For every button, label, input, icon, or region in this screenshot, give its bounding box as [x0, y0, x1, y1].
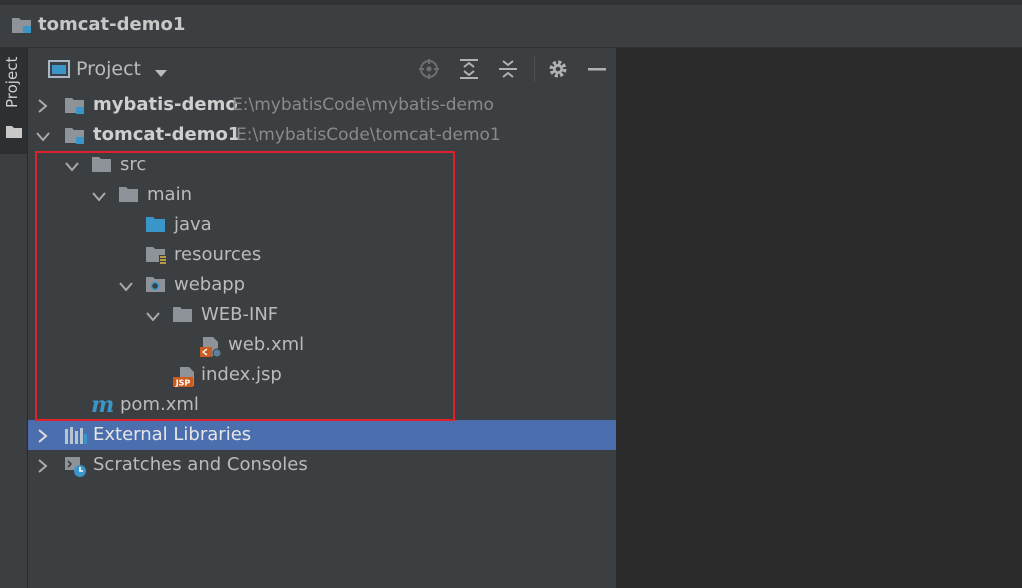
tree-item-external-libraries[interactable]: External Libraries: [28, 420, 616, 450]
tree-item-label: index.jsp: [201, 364, 282, 385]
tree-item-label: External Libraries: [93, 424, 252, 445]
minimize-icon[interactable]: [586, 58, 608, 84]
chevron-right-icon[interactable]: [37, 98, 49, 117]
resources-folder-icon: [145, 246, 169, 270]
left-tool-strip: Project: [0, 48, 28, 588]
tree-item-path: E:\mybatisCode\mybatis-demo: [232, 95, 494, 115]
chevron-down-icon[interactable]: [36, 128, 50, 147]
tree-item-label: java: [174, 214, 212, 235]
project-tool-tab[interactable]: Project: [0, 48, 27, 154]
collapse-all-icon[interactable]: [497, 58, 519, 84]
gear-icon[interactable]: [547, 58, 569, 84]
chevron-down-icon[interactable]: [119, 278, 133, 297]
libraries-icon: [64, 426, 88, 450]
project-view-selector[interactable]: Project: [76, 58, 141, 80]
folder-icon: [5, 124, 23, 143]
tree-item-mybatis-demo[interactable]: mybatis-demo E:\mybatisCode\mybatis-demo: [28, 90, 616, 120]
title-bar: tomcat-demo1: [0, 0, 1022, 48]
web-folder-icon: [145, 276, 167, 298]
tree-item-label: resources: [174, 244, 262, 265]
toolbar-separator: [534, 56, 535, 82]
window-title: tomcat-demo1: [38, 14, 186, 35]
project-tool-tab-label: Project: [3, 56, 21, 108]
project-panel-header: Project: [28, 48, 616, 88]
module-folder-icon: [64, 126, 86, 150]
tree-item-main[interactable]: main: [28, 180, 616, 210]
tree-item-pom-xml[interactable]: m pom.xml: [28, 390, 616, 420]
editor-area: [617, 48, 1022, 588]
folder-icon: [91, 156, 113, 178]
project-folder-icon: [11, 16, 33, 38]
tree-item-web-inf[interactable]: WEB-INF: [28, 300, 616, 330]
tree-item-label: mybatis-demo: [93, 94, 238, 115]
expand-all-icon[interactable]: [458, 58, 480, 84]
tree-item-webapp[interactable]: webapp: [28, 270, 616, 300]
folder-icon: [118, 186, 140, 208]
tree-item-label: Scratches and Consoles: [93, 454, 308, 475]
tree-item-label: WEB-INF: [201, 304, 279, 325]
tree-item-label: web.xml: [228, 334, 305, 355]
tree-item-resources[interactable]: resources: [28, 240, 616, 270]
tree-item-label: tomcat-demo1: [93, 124, 241, 145]
chevron-down-icon[interactable]: [146, 308, 160, 327]
tree-item-path: E:\mybatisCode\tomcat-demo1: [236, 125, 501, 145]
tree-item-src[interactable]: src: [28, 150, 616, 180]
scratches-icon: [64, 456, 88, 482]
tree-item-tomcat-demo1[interactable]: tomcat-demo1 E:\mybatisCode\tomcat-demo1: [28, 120, 616, 150]
jsp-badge-text: JSP: [175, 379, 191, 388]
chevron-right-icon[interactable]: [37, 458, 49, 477]
tree-item-scratches-and-consoles[interactable]: Scratches and Consoles: [28, 450, 616, 480]
tree-item-java[interactable]: java: [28, 210, 616, 240]
maven-icon: m: [91, 392, 115, 418]
tree-item-label: main: [147, 184, 192, 205]
chevron-right-icon[interactable]: [37, 428, 49, 447]
chevron-down-icon[interactable]: [65, 158, 79, 177]
jsp-file-icon: JSP: [172, 366, 196, 392]
project-view-icon: [48, 60, 70, 82]
module-folder-icon: [64, 96, 86, 120]
source-folder-icon: [145, 216, 167, 238]
xml-file-icon: [199, 336, 223, 362]
tree-item-label: webapp: [174, 274, 246, 295]
tree-item-web-xml[interactable]: web.xml: [28, 330, 616, 360]
tree-item-index-jsp[interactable]: JSP index.jsp: [28, 360, 616, 390]
chevron-down-icon[interactable]: [92, 188, 106, 207]
folder-icon: [172, 306, 194, 328]
title-bar-top-line: [0, 0, 1022, 5]
tree-item-label: src: [120, 154, 147, 175]
chevron-down-icon[interactable]: [154, 64, 168, 83]
tree-item-label: pom.xml: [120, 394, 199, 415]
locate-icon[interactable]: [418, 58, 440, 84]
